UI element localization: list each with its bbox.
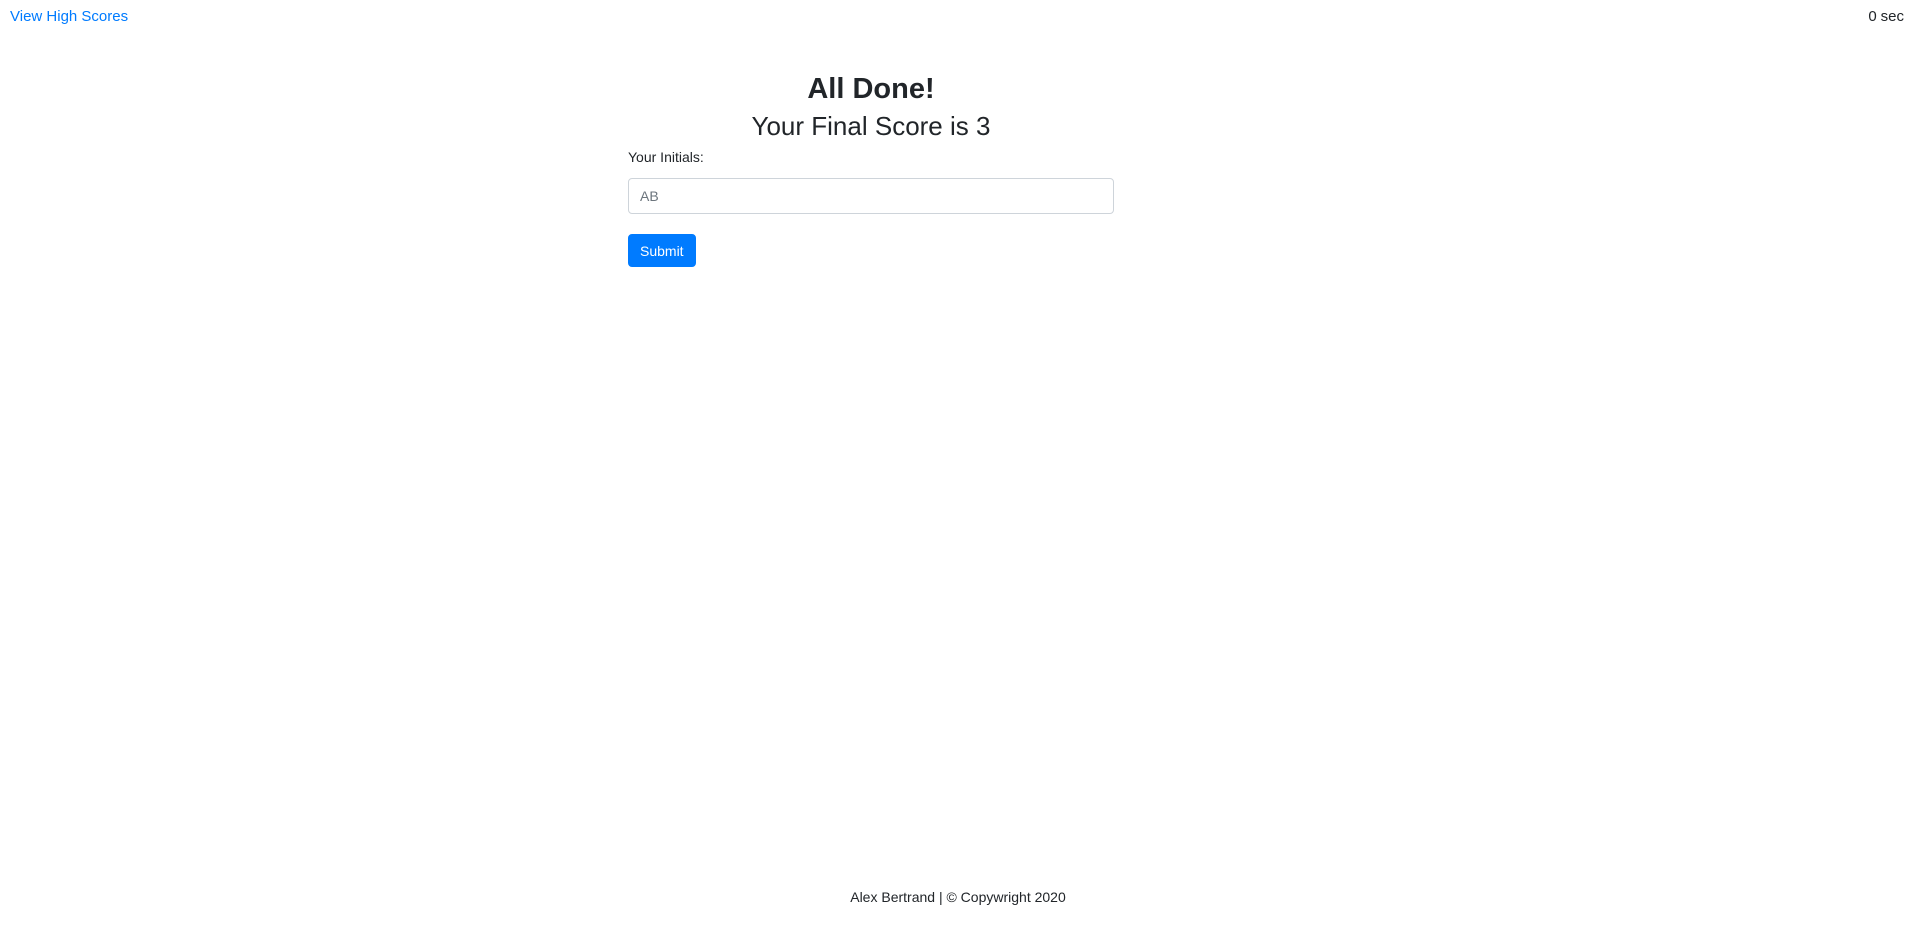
timer-value: 0 [1868,8,1877,25]
page-title: All Done! [807,73,935,105]
timer-unit: sec [1880,8,1904,25]
initials-input[interactable] [628,178,1114,214]
view-high-scores-link[interactable]: View High Scores [10,8,128,26]
top-bar: View High Scores 0 sec [0,0,1916,34]
initials-label: Your Initials: [628,149,704,165]
footer-copyright: Alex Bertrand | © Copywright 2020 [850,889,1066,905]
submit-button[interactable]: Submit [628,234,696,267]
final-score-text: Your Final Score is 3 [751,111,991,141]
page: View High Scores 0 sec All Done! Your Fin… [0,0,1916,929]
results-panel: All Done! Your Final Score is 3 Your Ini… [628,70,1114,267]
timer: 0 sec [1868,8,1904,26]
